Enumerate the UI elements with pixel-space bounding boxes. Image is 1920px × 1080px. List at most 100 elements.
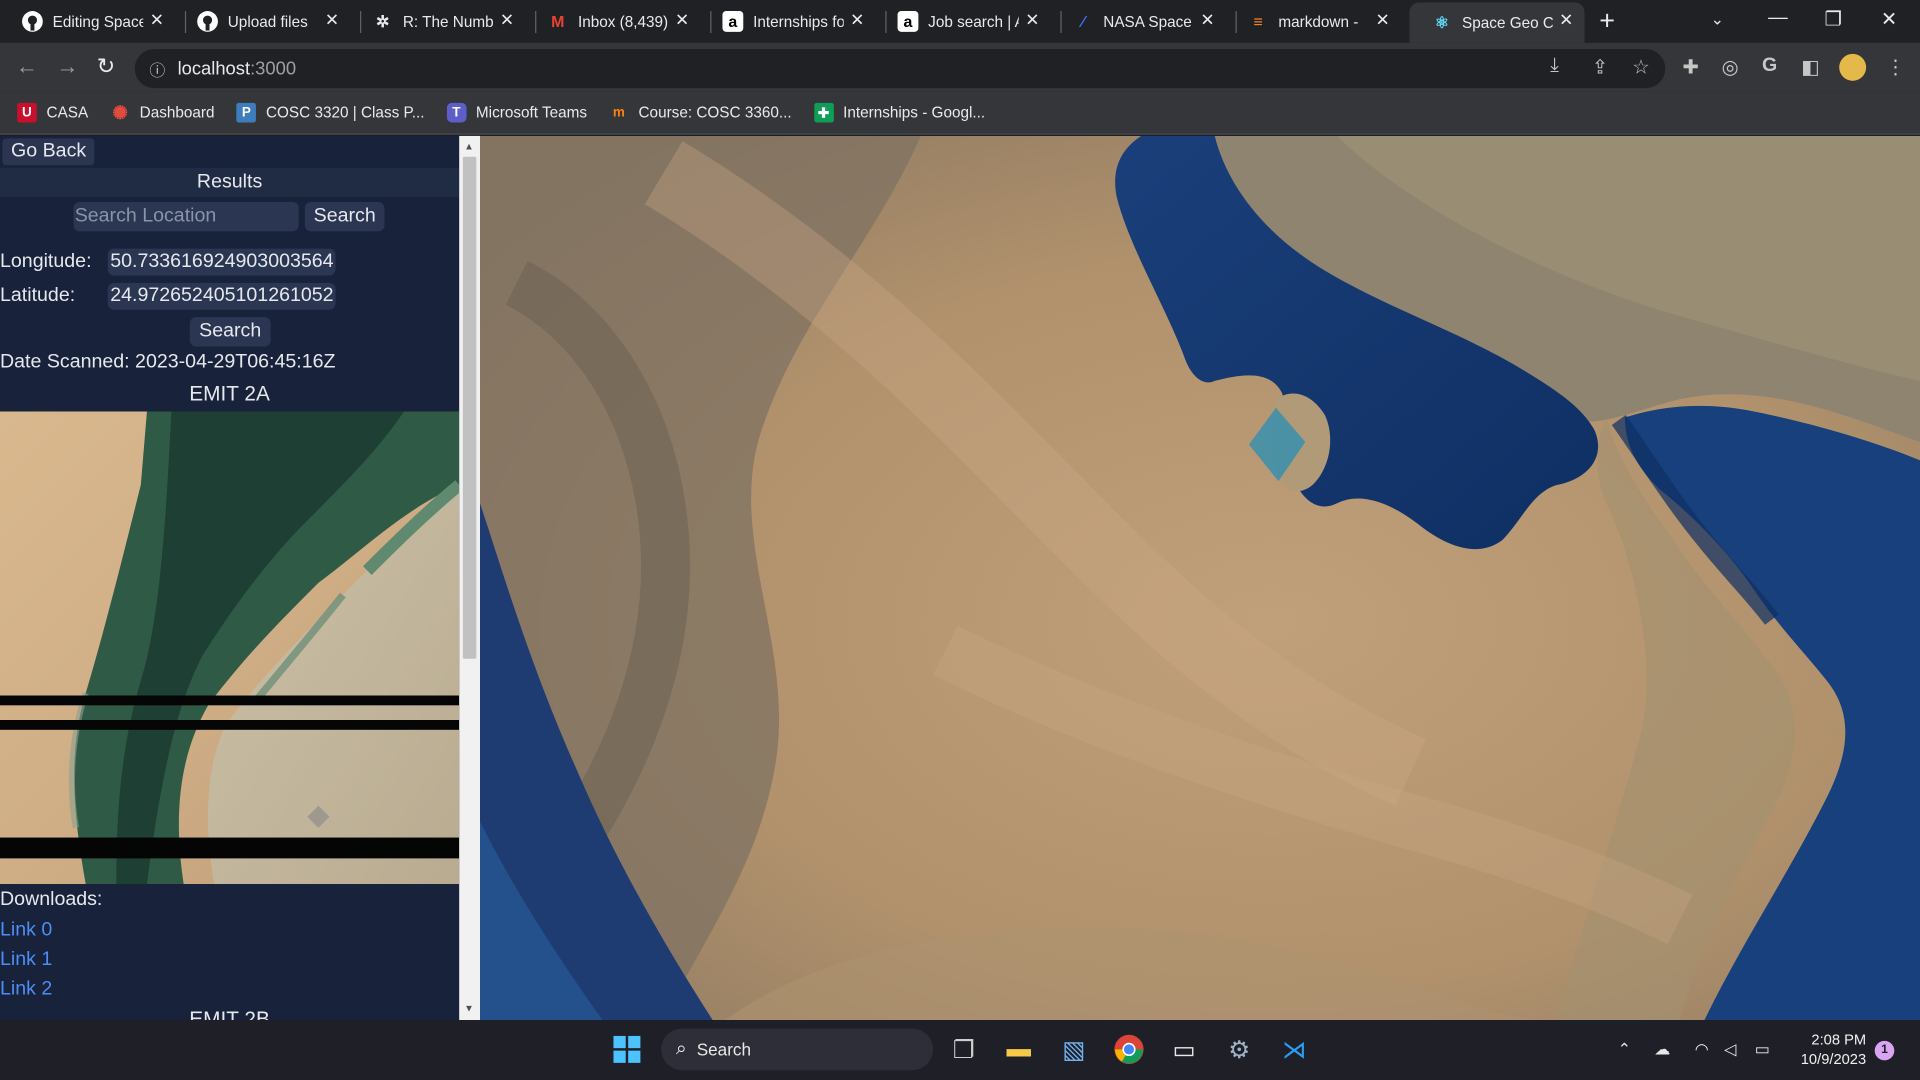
- avatar[interactable]: [1839, 53, 1867, 81]
- terminal-icon[interactable]: ▭: [1167, 1032, 1201, 1066]
- scroll-thumb[interactable]: [462, 156, 477, 659]
- close-icon[interactable]: ✕: [1559, 10, 1573, 31]
- stackoverflow-icon: ≡: [1253, 12, 1263, 31]
- bookmark-cosc3320[interactable]: P COSC 3320 | Class P...: [236, 102, 425, 123]
- satellite-map[interactable]: [480, 135, 1920, 1021]
- amazon-icon: a: [722, 11, 744, 32]
- tab-r-numbers[interactable]: ✲ R: The Numb ✕: [350, 2, 525, 40]
- coordinate-search-button[interactable]: Search: [189, 317, 271, 347]
- extensions-icon[interactable]: ✚: [1682, 55, 1698, 79]
- moodle-icon: m: [612, 105, 625, 121]
- file-explorer-icon[interactable]: ▬: [1002, 1032, 1036, 1066]
- piazza-icon: P: [236, 102, 257, 123]
- close-icon[interactable]: ✕: [850, 10, 864, 31]
- bookmark-label: CASA: [46, 104, 89, 122]
- download-link-2[interactable]: Link 2: [0, 978, 52, 1000]
- battery-icon[interactable]: ▭: [1755, 1040, 1770, 1060]
- side-panel-icon[interactable]: ◧: [1801, 55, 1820, 79]
- bookmark-dashboard[interactable]: ✺ Dashboard: [110, 103, 215, 124]
- scroll-up-icon[interactable]: ▲: [464, 141, 474, 152]
- search-location-button[interactable]: Search: [304, 202, 385, 232]
- tab-internships[interactable]: a Internships fo ✕: [700, 2, 875, 40]
- share-icon[interactable]: ⇪: [1592, 55, 1608, 79]
- close-icon[interactable]: ✕: [1025, 10, 1039, 31]
- tab-title: Upload files: [227, 12, 308, 31]
- close-window-icon[interactable]: ✕: [1881, 7, 1897, 31]
- volume-icon[interactable]: ◁: [1724, 1040, 1736, 1060]
- close-icon[interactable]: ✕: [150, 10, 164, 31]
- teams-icon: T: [446, 102, 467, 123]
- wifi-icon[interactable]: ◠: [1695, 1040, 1709, 1060]
- search-location-input[interactable]: Search Location: [73, 202, 299, 232]
- chrome-icon[interactable]: [1112, 1032, 1146, 1066]
- tab-title: markdown -: [1278, 12, 1359, 31]
- close-icon[interactable]: ✕: [1375, 10, 1389, 31]
- browser-toolbar: ← → ↻ ⓘ localhost:3000 ⤓ ⇪ ☆ ✚ ◎ G ◧ ⋮: [0, 42, 1920, 92]
- grammarly-icon[interactable]: G: [1762, 55, 1777, 77]
- go-back-button[interactable]: Go Back: [2, 138, 95, 166]
- taskbar-search[interactable]: ⌕ Search: [661, 1028, 934, 1071]
- latitude-input[interactable]: 24.972652405101261052: [107, 282, 336, 310]
- longitude-input[interactable]: 50.733616924903003564: [107, 248, 336, 276]
- close-icon[interactable]: ✕: [1200, 10, 1214, 31]
- extension-icon[interactable]: ◎: [1722, 55, 1739, 79]
- bookmark-label: Course: COSC 3360...: [638, 104, 792, 122]
- restore-icon[interactable]: ❐: [1825, 7, 1843, 31]
- tab-space-geo[interactable]: ⚛ Space Geo Co ✕: [1409, 2, 1585, 43]
- tab-job-search[interactable]: a Job search | A ✕: [876, 2, 1051, 40]
- tab-title: Inbox (8,439): [577, 12, 669, 31]
- tab-editing-space[interactable]: Editing Space ✕: [0, 2, 175, 40]
- close-icon[interactable]: ✕: [675, 10, 689, 31]
- bookmark-star-icon[interactable]: ☆: [1632, 55, 1650, 79]
- download-link-0[interactable]: Link 0: [0, 920, 52, 942]
- new-tab-button[interactable]: +: [1599, 5, 1615, 37]
- photos-icon[interactable]: ▧: [1057, 1032, 1091, 1066]
- tab-inbox[interactable]: M Inbox (8,439) ✕: [525, 2, 700, 40]
- reload-icon[interactable]: ↻: [97, 54, 115, 80]
- bookmark-label: Internships - Googl...: [843, 104, 986, 122]
- close-icon[interactable]: ✕: [325, 10, 339, 31]
- onedrive-icon[interactable]: ☁: [1654, 1040, 1670, 1060]
- tab-search-icon[interactable]: ⌄: [1711, 10, 1724, 30]
- clock-date: 10/9/2023: [1800, 1050, 1867, 1068]
- results-title: Results: [0, 167, 460, 198]
- bookmark-label: Dashboard: [139, 104, 215, 122]
- sidebar-scrollbar[interactable]: ▲ ▼: [459, 135, 481, 1021]
- menu-icon[interactable]: ⋮: [1886, 55, 1906, 79]
- longitude-label: Longitude:: [0, 251, 92, 272]
- tab-upload-files[interactable]: Upload files ✕: [175, 2, 350, 40]
- back-icon[interactable]: ←: [16, 54, 38, 80]
- tab-markdown[interactable]: ≡ markdown - ✕: [1226, 2, 1401, 40]
- task-view-icon[interactable]: ❐: [947, 1032, 981, 1066]
- info-icon[interactable]: ⓘ: [149, 57, 165, 80]
- bookmark-casa[interactable]: U CASA: [17, 102, 89, 123]
- bookmark-teams[interactable]: T Microsoft Teams: [446, 102, 587, 123]
- github-icon: [197, 11, 218, 32]
- bookmark-cosc3360[interactable]: m Course: COSC 3360...: [609, 103, 792, 123]
- casa-icon: U: [17, 102, 37, 123]
- tab-nasa-space[interactable]: ⁄ NASA Space ✕: [1051, 2, 1226, 40]
- github-icon: [22, 11, 43, 32]
- search-icon: ⌕: [675, 1038, 687, 1060]
- scroll-down-icon[interactable]: ▼: [464, 1003, 474, 1014]
- vscode-icon[interactable]: ⋊: [1277, 1032, 1311, 1066]
- forward-icon[interactable]: →: [56, 54, 78, 80]
- download-link-1[interactable]: Link 1: [0, 949, 52, 971]
- bookmark-label: COSC 3320 | Class P...: [265, 104, 425, 122]
- gmail-icon: M: [551, 12, 565, 31]
- bookmarks-bar: U CASA ✺ Dashboard P COSC 3320 | Class P…: [0, 91, 1920, 135]
- nasa-icon: ⁄: [1081, 12, 1085, 31]
- settings-icon[interactable]: ⚙: [1222, 1032, 1256, 1066]
- taskbar-search-label: Search: [696, 1039, 752, 1060]
- show-hidden-icons-icon[interactable]: ⌃: [1618, 1040, 1631, 1060]
- clock-time: 2:08 PM: [1811, 1031, 1867, 1049]
- pinwheel-icon: ✲: [375, 11, 390, 31]
- notification-badge[interactable]: 1: [1874, 1040, 1895, 1061]
- minimize-icon[interactable]: —: [1768, 7, 1788, 29]
- system-clock[interactable]: 2:08 PM 10/9/2023: [1790, 1030, 1866, 1069]
- windows-start-icon[interactable]: [610, 1032, 644, 1066]
- install-icon[interactable]: ⤓: [1550, 55, 1559, 77]
- close-icon[interactable]: ✕: [500, 10, 514, 31]
- bookmark-internships-sheet[interactable]: ✚ Internships - Googl...: [813, 102, 986, 123]
- address-bar[interactable]: ⓘ localhost:3000: [134, 48, 1666, 89]
